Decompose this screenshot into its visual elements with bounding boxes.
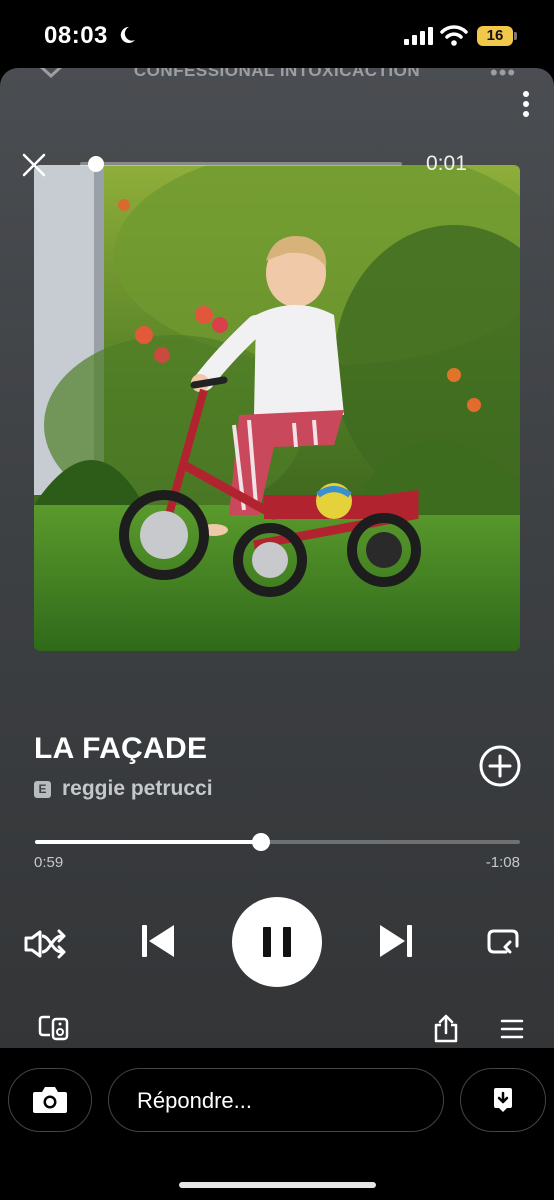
shuffle-icon[interactable] bbox=[22, 924, 70, 964]
vertical-more-icon[interactable] bbox=[522, 91, 530, 117]
playback-progress-fill bbox=[35, 840, 261, 844]
camera-button[interactable] bbox=[8, 1068, 92, 1132]
reply-download-icon bbox=[493, 1087, 512, 1112]
album-artwork bbox=[34, 165, 520, 651]
now-playing-sheet: CONFESSIONAL INTOXICACTION ••• 0:01 LA F… bbox=[0, 68, 554, 1048]
battery-indicator: 16 bbox=[477, 26, 513, 46]
focus-moon-icon bbox=[120, 26, 135, 43]
reply-input[interactable]: Répondre... bbox=[108, 1068, 444, 1132]
status-bar: 08:03 16 bbox=[0, 0, 554, 70]
pause-button[interactable] bbox=[232, 897, 322, 987]
send-reaction-button[interactable] bbox=[460, 1068, 546, 1132]
playlist-title: CONFESSIONAL INTOXICACTION bbox=[133, 68, 421, 80]
camera-icon bbox=[32, 1086, 67, 1113]
explicit-badge: E bbox=[34, 781, 51, 798]
skip-back-icon[interactable] bbox=[140, 923, 176, 959]
time-remaining: -1:08 bbox=[485, 854, 520, 871]
track-title[interactable]: LA FAÇADE bbox=[34, 732, 207, 766]
repeat-icon[interactable] bbox=[486, 926, 520, 956]
video-progress-thumb[interactable] bbox=[88, 156, 105, 172]
close-icon[interactable] bbox=[22, 153, 46, 177]
devices-icon[interactable] bbox=[38, 1015, 70, 1041]
add-to-library-icon[interactable] bbox=[478, 744, 522, 788]
playback-progress-thumb[interactable] bbox=[251, 833, 270, 851]
share-icon[interactable] bbox=[432, 1013, 460, 1043]
reply-bar: Répondre... bbox=[0, 1048, 554, 1200]
more-options-icon[interactable]: ••• bbox=[490, 68, 516, 86]
video-progress-track[interactable] bbox=[80, 162, 402, 166]
battery-nub bbox=[514, 32, 517, 40]
pause-icon bbox=[263, 927, 291, 957]
playback-progress-bar[interactable] bbox=[35, 833, 520, 851]
queue-icon[interactable] bbox=[500, 1018, 524, 1040]
video-time: 0:01 bbox=[426, 152, 467, 175]
skip-forward-icon[interactable] bbox=[378, 923, 414, 959]
wifi-icon bbox=[440, 25, 468, 46]
chevron-down-icon[interactable] bbox=[36, 68, 66, 80]
cellular-signal-icon bbox=[404, 27, 433, 45]
home-indicator bbox=[179, 1182, 376, 1188]
status-time: 08:03 bbox=[44, 22, 108, 49]
reply-placeholder: Répondre... bbox=[137, 1088, 252, 1113]
track-artist[interactable]: reggie petrucci bbox=[62, 777, 213, 801]
time-elapsed: 0:59 bbox=[34, 854, 64, 871]
